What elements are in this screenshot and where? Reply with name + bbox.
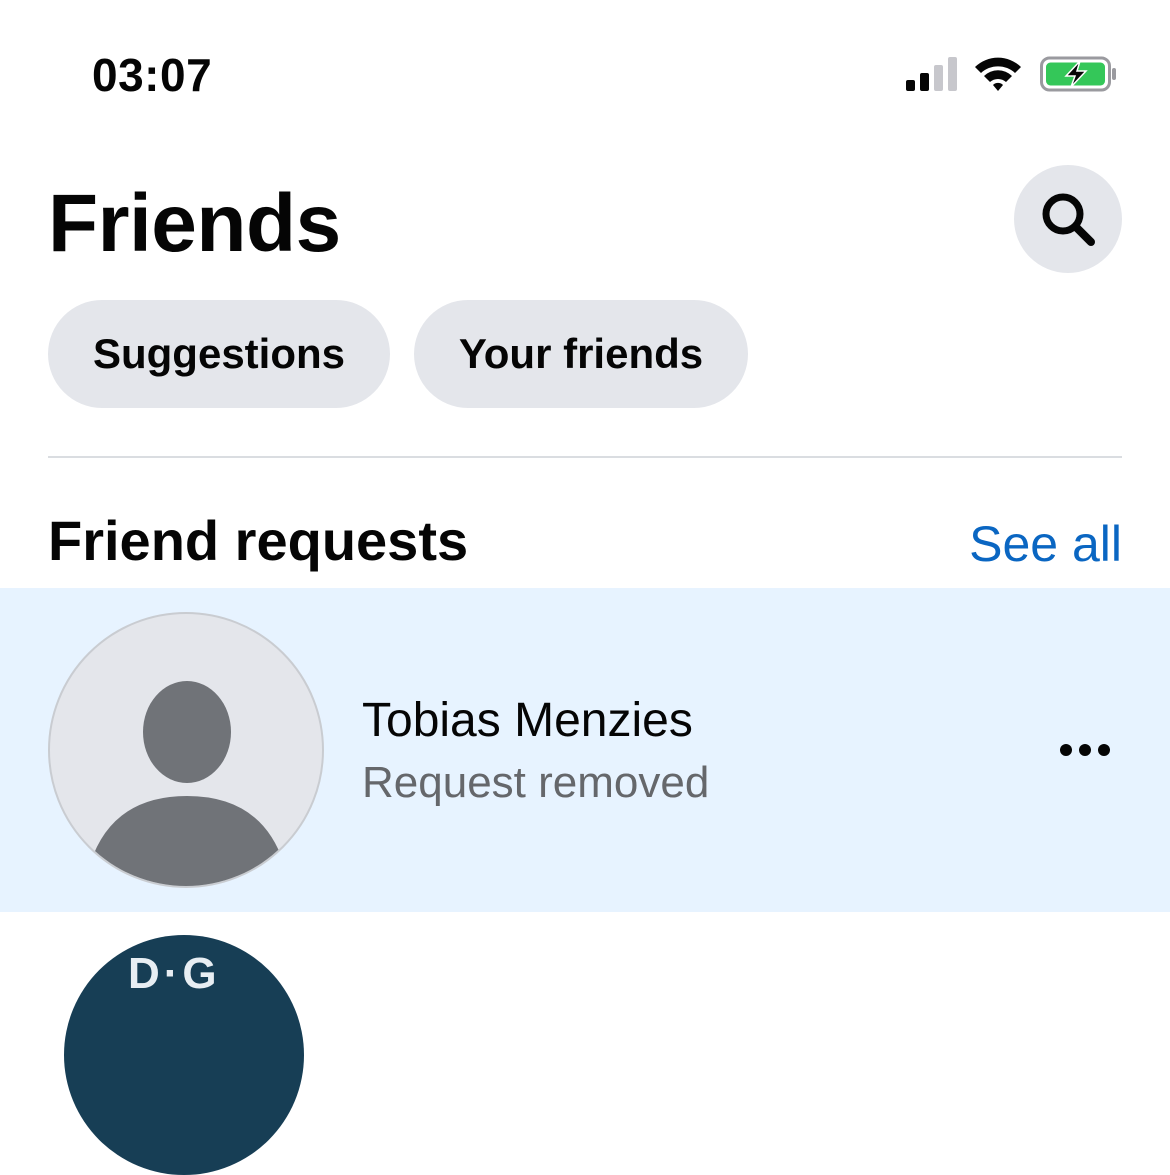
default-avatar-icon[interactable] <box>48 612 324 888</box>
status-bar: 03:07 <box>0 0 1170 150</box>
page-title: Friends <box>48 178 341 269</box>
more-horizontal-icon[interactable] <box>1050 728 1120 772</box>
request-status: Request removed <box>362 758 710 807</box>
battery-charging-icon <box>1040 56 1116 92</box>
suggestions-chip[interactable]: Suggestions <box>48 300 390 408</box>
search-button[interactable] <box>1014 165 1122 273</box>
cellular-signal-icon <box>906 57 957 91</box>
requester-name[interactable]: Tobias Menzies <box>362 692 693 750</box>
avatar-logo-icon: D·G <box>128 949 221 998</box>
search-icon <box>1042 193 1095 246</box>
wifi-icon <box>975 57 1021 91</box>
status-time: 03:07 <box>92 49 213 101</box>
next-request-avatar[interactable]: D·G <box>64 935 304 1175</box>
see-all-link[interactable]: See all <box>969 514 1122 574</box>
friend-request-row[interactable]: Tobias Menzies Request removed <box>0 588 1170 912</box>
your-friends-chip[interactable]: Your friends <box>414 300 748 408</box>
divider <box>48 456 1122 458</box>
friend-requests-heading: Friend requests <box>48 509 469 572</box>
